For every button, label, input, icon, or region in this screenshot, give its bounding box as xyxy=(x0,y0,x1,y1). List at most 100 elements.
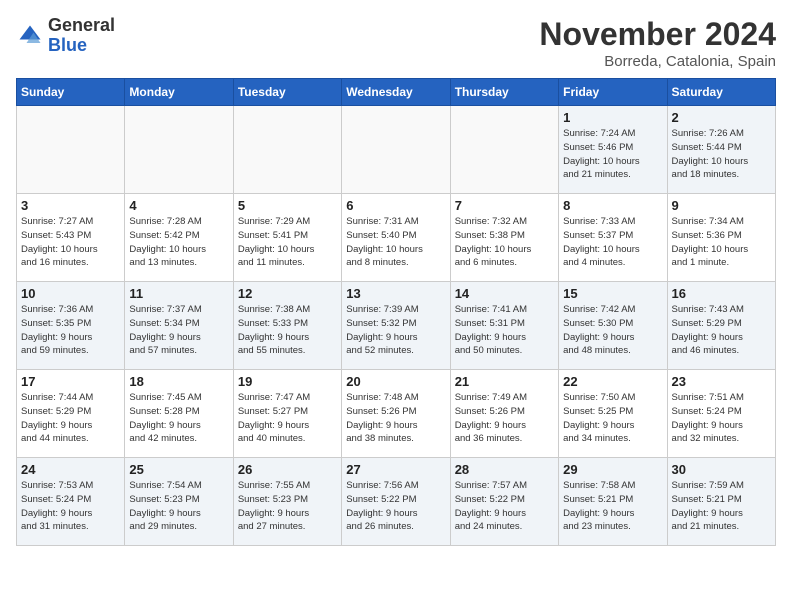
title-block: November 2024 Borreda, Catalonia, Spain xyxy=(539,16,776,70)
day-number: 7 xyxy=(455,198,554,213)
calendar-cell: 25Sunrise: 7:54 AM Sunset: 5:23 PM Dayli… xyxy=(125,458,233,546)
calendar-cell: 24 Sunrise: 7:53 AM Sunset: 5:24 PM Dayli… xyxy=(17,458,125,546)
day-info: Sunrise: 7:58 AM Sunset: 5:21 PM Dayligh… xyxy=(563,479,662,534)
day-number: 9 xyxy=(672,198,771,213)
calendar-cell: 5 Sunrise: 7:29 AM Sunset: 5:41 PM Daylig… xyxy=(233,194,341,282)
weekday-header: Wednesday xyxy=(342,79,450,106)
logo-text: General Blue xyxy=(48,16,115,56)
calendar-cell xyxy=(342,106,450,194)
calendar-week-row: 1 Sunrise: 7:24 AM Sunset: 5:46 PM Daylig… xyxy=(17,106,776,194)
calendar-cell xyxy=(17,106,125,194)
calendar-cell: 17 Sunrise: 7:44 AM Sunset: 5:29 PM Dayli… xyxy=(17,370,125,458)
weekday-header: Monday xyxy=(125,79,233,106)
day-info: Sunrise: 7:48 AM Sunset: 5:26 PM Dayligh… xyxy=(346,391,445,446)
day-info: Sunrise: 7:26 AM Sunset: 5:44 PM Dayligh… xyxy=(672,127,771,182)
calendar-cell xyxy=(125,106,233,194)
calendar-cell: 6Sunrise: 7:31 AM Sunset: 5:40 PM Daylig… xyxy=(342,194,450,282)
calendar-week-row: 3 Sunrise: 7:27 AM Sunset: 5:43 PM Daylig… xyxy=(17,194,776,282)
day-number: 1 xyxy=(563,110,662,125)
calendar-cell: 18 Sunrise: 7:45 AM Sunset: 5:28 PM Dayli… xyxy=(125,370,233,458)
day-info: Sunrise: 7:55 AM Sunset: 5:23 PM Dayligh… xyxy=(238,479,337,534)
calendar-cell: 11 Sunrise: 7:37 AM Sunset: 5:34 PM Dayli… xyxy=(125,282,233,370)
calendar-cell: 22Sunrise: 7:50 AM Sunset: 5:25 PM Dayli… xyxy=(559,370,667,458)
calendar-cell: 28Sunrise: 7:57 AM Sunset: 5:22 PM Dayli… xyxy=(450,458,558,546)
calendar-cell: 4 Sunrise: 7:28 AM Sunset: 5:42 PM Daylig… xyxy=(125,194,233,282)
calendar-cell: 7Sunrise: 7:32 AM Sunset: 5:38 PM Daylig… xyxy=(450,194,558,282)
logo-icon xyxy=(16,22,44,50)
calendar-cell: 14 Sunrise: 7:41 AM Sunset: 5:31 PM Dayli… xyxy=(450,282,558,370)
calendar-cell: 3 Sunrise: 7:27 AM Sunset: 5:43 PM Daylig… xyxy=(17,194,125,282)
day-info: Sunrise: 7:49 AM Sunset: 5:26 PM Dayligh… xyxy=(455,391,554,446)
day-number: 11 xyxy=(129,286,228,301)
day-info: Sunrise: 7:41 AM Sunset: 5:31 PM Dayligh… xyxy=(455,303,554,358)
day-number: 12 xyxy=(238,286,337,301)
day-info: Sunrise: 7:38 AM Sunset: 5:33 PM Dayligh… xyxy=(238,303,337,358)
calendar-cell: 9Sunrise: 7:34 AM Sunset: 5:36 PM Daylig… xyxy=(667,194,775,282)
day-number: 20 xyxy=(346,374,445,389)
calendar-week-row: 10Sunrise: 7:36 AM Sunset: 5:35 PM Dayli… xyxy=(17,282,776,370)
day-number: 18 xyxy=(129,374,228,389)
weekday-header: Thursday xyxy=(450,79,558,106)
day-info: Sunrise: 7:57 AM Sunset: 5:22 PM Dayligh… xyxy=(455,479,554,534)
day-number: 13 xyxy=(346,286,445,301)
day-number: 16 xyxy=(672,286,771,301)
day-info: Sunrise: 7:31 AM Sunset: 5:40 PM Dayligh… xyxy=(346,215,445,270)
calendar-cell: 27 Sunrise: 7:56 AM Sunset: 5:22 PM Dayli… xyxy=(342,458,450,546)
calendar-cell xyxy=(233,106,341,194)
day-number: 21 xyxy=(455,374,554,389)
calendar-cell: 29 Sunrise: 7:58 AM Sunset: 5:21 PM Dayli… xyxy=(559,458,667,546)
day-number: 23 xyxy=(672,374,771,389)
day-number: 3 xyxy=(21,198,120,213)
calendar-cell: 8 Sunrise: 7:33 AM Sunset: 5:37 PM Daylig… xyxy=(559,194,667,282)
day-info: Sunrise: 7:51 AM Sunset: 5:24 PM Dayligh… xyxy=(672,391,771,446)
day-info: Sunrise: 7:53 AM Sunset: 5:24 PM Dayligh… xyxy=(21,479,120,534)
day-info: Sunrise: 7:54 AM Sunset: 5:23 PM Dayligh… xyxy=(129,479,228,534)
calendar-cell: 26 Sunrise: 7:55 AM Sunset: 5:23 PM Dayli… xyxy=(233,458,341,546)
calendar-week-row: 24 Sunrise: 7:53 AM Sunset: 5:24 PM Dayli… xyxy=(17,458,776,546)
day-number: 29 xyxy=(563,462,662,477)
day-info: Sunrise: 7:36 AM Sunset: 5:35 PM Dayligh… xyxy=(21,303,120,358)
day-number: 26 xyxy=(238,462,337,477)
calendar-table: SundayMondayTuesdayWednesdayThursdayFrid… xyxy=(16,78,776,546)
calendar-cell: 21 Sunrise: 7:49 AM Sunset: 5:26 PM Dayli… xyxy=(450,370,558,458)
day-number: 4 xyxy=(129,198,228,213)
day-info: Sunrise: 7:42 AM Sunset: 5:30 PM Dayligh… xyxy=(563,303,662,358)
month-title: November 2024 xyxy=(539,16,776,53)
calendar-cell: 1 Sunrise: 7:24 AM Sunset: 5:46 PM Daylig… xyxy=(559,106,667,194)
day-info: Sunrise: 7:33 AM Sunset: 5:37 PM Dayligh… xyxy=(563,215,662,270)
day-number: 19 xyxy=(238,374,337,389)
calendar-cell: 12 Sunrise: 7:38 AM Sunset: 5:33 PM Dayli… xyxy=(233,282,341,370)
location: Borreda, Catalonia, Spain xyxy=(539,53,776,70)
day-number: 30 xyxy=(672,462,771,477)
weekday-header: Saturday xyxy=(667,79,775,106)
calendar-cell: 16 Sunrise: 7:43 AM Sunset: 5:29 PM Dayli… xyxy=(667,282,775,370)
day-info: Sunrise: 7:37 AM Sunset: 5:34 PM Dayligh… xyxy=(129,303,228,358)
calendar-cell: 13 Sunrise: 7:39 AM Sunset: 5:32 PM Dayli… xyxy=(342,282,450,370)
day-info: Sunrise: 7:28 AM Sunset: 5:42 PM Dayligh… xyxy=(129,215,228,270)
day-number: 2 xyxy=(672,110,771,125)
day-info: Sunrise: 7:24 AM Sunset: 5:46 PM Dayligh… xyxy=(563,127,662,182)
day-info: Sunrise: 7:43 AM Sunset: 5:29 PM Dayligh… xyxy=(672,303,771,358)
calendar-cell: 19Sunrise: 7:47 AM Sunset: 5:27 PM Dayli… xyxy=(233,370,341,458)
calendar-cell: 30Sunrise: 7:59 AM Sunset: 5:21 PM Dayli… xyxy=(667,458,775,546)
day-number: 14 xyxy=(455,286,554,301)
day-info: Sunrise: 7:56 AM Sunset: 5:22 PM Dayligh… xyxy=(346,479,445,534)
calendar-cell: 15 Sunrise: 7:42 AM Sunset: 5:30 PM Dayli… xyxy=(559,282,667,370)
day-info: Sunrise: 7:44 AM Sunset: 5:29 PM Dayligh… xyxy=(21,391,120,446)
day-number: 27 xyxy=(346,462,445,477)
day-info: Sunrise: 7:29 AM Sunset: 5:41 PM Dayligh… xyxy=(238,215,337,270)
day-number: 17 xyxy=(21,374,120,389)
weekday-header-row: SundayMondayTuesdayWednesdayThursdayFrid… xyxy=(17,79,776,106)
calendar-cell: 20 Sunrise: 7:48 AM Sunset: 5:26 PM Dayli… xyxy=(342,370,450,458)
day-info: Sunrise: 7:45 AM Sunset: 5:28 PM Dayligh… xyxy=(129,391,228,446)
day-number: 5 xyxy=(238,198,337,213)
day-number: 15 xyxy=(563,286,662,301)
logo: General Blue xyxy=(16,16,115,56)
calendar-cell: 10Sunrise: 7:36 AM Sunset: 5:35 PM Dayli… xyxy=(17,282,125,370)
calendar-cell: 23 Sunrise: 7:51 AM Sunset: 5:24 PM Dayli… xyxy=(667,370,775,458)
day-number: 24 xyxy=(21,462,120,477)
day-info: Sunrise: 7:27 AM Sunset: 5:43 PM Dayligh… xyxy=(21,215,120,270)
day-info: Sunrise: 7:39 AM Sunset: 5:32 PM Dayligh… xyxy=(346,303,445,358)
day-info: Sunrise: 7:50 AM Sunset: 5:25 PM Dayligh… xyxy=(563,391,662,446)
day-number: 8 xyxy=(563,198,662,213)
